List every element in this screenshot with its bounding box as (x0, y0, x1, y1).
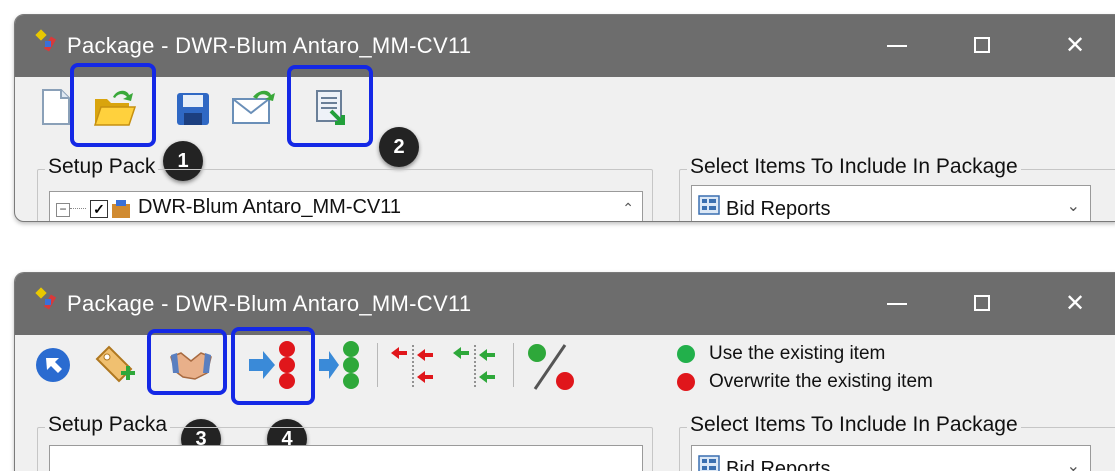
package-window-top: Package - DWR-Blum Antaro_MM-CV11 ✕ 1 2 … (14, 14, 1115, 222)
select-items-value: Bid Reports (726, 458, 831, 471)
export-button-highlight (287, 65, 373, 147)
add-tag-icon[interactable] (91, 341, 139, 389)
tree-red-icon[interactable] (389, 341, 437, 393)
tree-green-icon[interactable] (451, 341, 499, 393)
maximize-button[interactable] (963, 287, 1003, 321)
minimize-icon (887, 45, 907, 47)
close-icon: ✕ (1064, 32, 1086, 59)
package-app-icon (35, 29, 57, 52)
package-item-icon (112, 200, 130, 218)
select-items-label: Select Items To Include In Package (687, 413, 1021, 437)
minimize-icon (887, 303, 907, 305)
tree-collapse-icon[interactable]: − (56, 203, 70, 217)
window-title: Package - DWR-Blum Antaro_MM-CV11 (67, 291, 472, 316)
report-icon (698, 455, 720, 471)
minimize-button[interactable] (877, 29, 917, 63)
tree-connector (70, 208, 86, 209)
select-items-dropdown[interactable]: Bid Reports ⌄ (691, 445, 1091, 471)
package-tree[interactable] (49, 445, 643, 471)
scroll-up-icon[interactable]: ⌃ (622, 200, 634, 217)
maximize-button[interactable] (963, 29, 1003, 63)
new-document-icon[interactable] (35, 87, 75, 127)
minimize-button[interactable] (877, 287, 917, 321)
toolbar-separator (377, 343, 378, 387)
package-window-bottom: Package - DWR-Blum Antaro_MM-CV11 ✕ Use … (14, 272, 1115, 471)
legend-green-dot (677, 345, 695, 363)
email-send-icon[interactable] (229, 87, 277, 127)
percent-icon[interactable] (525, 341, 577, 393)
tree-item-label[interactable]: DWR-Blum Antaro_MM-CV11 (138, 196, 401, 219)
legend-use-existing: Use the existing item (709, 343, 886, 364)
open-button-highlight (70, 63, 156, 147)
legend-red-dot (677, 373, 695, 391)
report-icon (698, 195, 720, 215)
back-arrow-icon[interactable] (33, 345, 73, 385)
arrow-green-lights-icon[interactable] (317, 339, 365, 391)
maximize-icon (974, 295, 990, 311)
select-items-value: Bid Reports (726, 198, 831, 220)
close-icon: ✕ (1064, 290, 1086, 317)
close-button[interactable]: ✕ (1055, 29, 1095, 63)
select-items-label: Select Items To Include In Package (687, 155, 1021, 179)
close-button[interactable]: ✕ (1055, 287, 1095, 321)
chevron-down-icon[interactable]: ⌄ (1067, 456, 1080, 471)
legend-overwrite-existing: Overwrite the existing item (709, 371, 933, 392)
title-bar: Package - DWR-Blum Antaro_MM-CV11 ✕ (15, 273, 1115, 335)
title-bar: Package - DWR-Blum Antaro_MM-CV11 ✕ (15, 15, 1115, 77)
toolbar-separator (513, 343, 514, 387)
callout-2: 2 (379, 127, 419, 167)
setup-package-label: Setup Packa (45, 413, 171, 437)
tree-checkbox[interactable]: ✓ (90, 200, 108, 218)
overwrite-button-highlight (231, 327, 315, 405)
handshake-button-highlight (147, 329, 227, 395)
setup-package-label: Setup Pack (45, 155, 159, 179)
package-app-icon (35, 287, 57, 310)
save-icon[interactable] (173, 89, 213, 129)
window-title: Package - DWR-Blum Antaro_MM-CV11 (67, 33, 472, 58)
select-items-dropdown[interactable]: Bid Reports ⌄ (691, 185, 1091, 221)
chevron-down-icon[interactable]: ⌄ (1067, 196, 1080, 216)
maximize-icon (974, 37, 990, 53)
package-tree[interactable]: − ✓ DWR-Blum Antaro_MM-CV11 ⌃ (49, 191, 643, 221)
